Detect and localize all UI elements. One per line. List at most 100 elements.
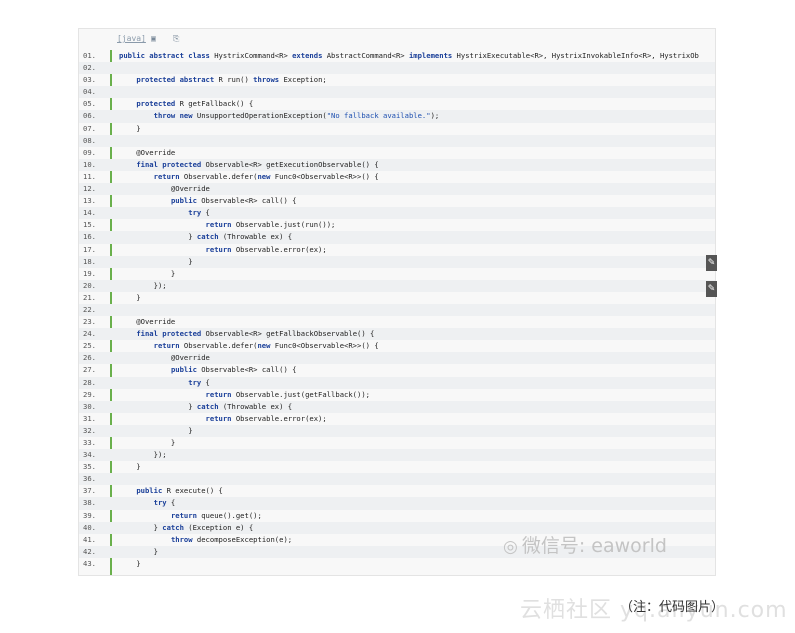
code-line: 18. } (79, 255, 715, 268)
line-text: }); (119, 280, 167, 290)
line-number: 32. (83, 425, 96, 435)
line-number: 19. (83, 268, 96, 278)
figure-caption: （注：代码图片） (620, 600, 725, 615)
edit-icon[interactable]: ✎ (706, 255, 717, 271)
line-number: 09. (83, 147, 96, 157)
line-text: } catch (Throwable ex) { (119, 232, 293, 242)
code-line: 12. @Override (79, 183, 715, 196)
line-text: return Observable.just(run()); (205, 220, 336, 230)
line-text: public Observable<R> call() { (170, 196, 297, 206)
line-text: public R execute() { (136, 486, 223, 496)
line-text: @Override (119, 353, 210, 363)
code-line: 07. } (79, 123, 715, 135)
code-block: [java] ▣ ⎘ 01. public abstract class Hyst… (78, 28, 716, 576)
code-line: 01. public abstract class HystrixCommand<… (79, 50, 715, 62)
code-line: 35. } (79, 461, 715, 473)
line-number: 39. (83, 510, 96, 520)
line-text: public abstract class HystrixCommand<R> … (119, 51, 699, 60)
code-line: 27. public Observable<R> call() { (79, 364, 715, 376)
line-text: final protected Observable<R> getFallbac… (136, 329, 375, 339)
line-number: 20. (83, 280, 96, 290)
line-text: @Override (119, 147, 176, 157)
line-text: } (119, 558, 141, 568)
line-number: 06. (83, 111, 96, 121)
line-text: } catch (Exception e) { (119, 522, 254, 532)
line-number: 33. (83, 438, 96, 447)
line-text: return queue().get(); (170, 510, 262, 520)
line-number: 10. (83, 159, 96, 169)
code-line: 04. (79, 86, 715, 99)
code-line: 33. } (79, 437, 715, 449)
line-number: 17. (83, 244, 96, 254)
line-text: try { (188, 208, 210, 218)
copy-icon[interactable]: ⎘ (173, 34, 179, 44)
code-line: 05. protected R getFallback() { (79, 98, 715, 110)
code-line: 34. }); (79, 449, 715, 462)
wechat-watermark: ◎ 微信号: eaworld (503, 531, 667, 558)
line-text: } (119, 546, 158, 556)
code-toolbar: [java] ▣ ⎘ (79, 29, 715, 50)
line-text: } catch (Throwable ex) { (119, 401, 293, 411)
line-number: 25. (83, 341, 96, 351)
code-line: 32. } (79, 424, 715, 437)
line-number: 18. (83, 256, 96, 266)
line-text: return Observable.error(ex); (205, 413, 327, 423)
code-line: 20. }); (79, 279, 715, 292)
line-number: 24. (83, 329, 96, 339)
line-number: 21. (83, 292, 96, 302)
line-text: @Override (119, 317, 176, 327)
code-line: 39. return queue().get(); (79, 510, 715, 522)
line-number: 14. (83, 208, 96, 218)
line-text: protected R getFallback() { (136, 99, 254, 109)
code-line: 25. return Observable.defer(new Func0<Ob… (79, 340, 715, 352)
wechat-icon: ◎ (503, 537, 518, 557)
code-line: 26. @Override (79, 352, 715, 365)
line-text: try { (188, 377, 210, 387)
code-line: 08. (79, 134, 715, 147)
line-number: 15. (83, 220, 96, 230)
line-text: @Override (119, 184, 210, 194)
line-number: 26. (83, 353, 96, 363)
code-line: 29. return Observable.just(getFallback()… (79, 389, 715, 401)
line-number: 27. (83, 365, 96, 375)
line-number: 42. (83, 546, 96, 556)
line-number: 31. (83, 413, 96, 423)
line-text: public Observable<R> call() { (170, 365, 297, 375)
line-number: 07. (83, 123, 96, 133)
line-number: 36. (83, 474, 96, 484)
line-text: return Observable.just(getFallback()); (205, 389, 370, 399)
code-line: 13. public Observable<R> call() { (79, 195, 715, 207)
line-text: final protected Observable<R> getExecuti… (136, 159, 379, 169)
line-number: 41. (83, 534, 96, 544)
code-line: 02. (79, 62, 715, 75)
line-number: 05. (83, 99, 96, 109)
code-line: 11. return Observable.defer(new Func0<Ob… (79, 171, 715, 183)
code-line: 16. } catch (Throwable ex) { (79, 231, 715, 244)
line-text: throw new UnsupportedOperationException(… (153, 111, 440, 121)
code-line: 15. return Observable.just(run()); (79, 219, 715, 231)
line-text: return Observable.defer(new Func0<Observ… (153, 341, 379, 351)
line-text: } (119, 425, 193, 435)
edit-icon[interactable]: ✎ (706, 281, 717, 297)
code-line: 19. } (79, 268, 715, 280)
view-source-icon[interactable]: ▣ (151, 34, 156, 43)
line-number: 12. (83, 184, 96, 194)
code-line: 03. protected abstract R run() throws Ex… (79, 74, 715, 86)
code-lines: 01. public abstract class HystrixCommand<… (79, 50, 715, 570)
line-text: } (119, 462, 141, 472)
line-number: 03. (83, 75, 96, 85)
code-line: 28. try { (79, 376, 715, 389)
line-text: return Observable.defer(new Func0<Observ… (153, 171, 379, 181)
line-text: try { (153, 498, 176, 508)
line-number: 04. (83, 87, 96, 97)
line-number: 37. (83, 486, 96, 496)
line-text: protected abstract R run() throws Except… (136, 75, 327, 85)
code-line: 10. final protected Observable<R> getExe… (79, 158, 715, 171)
line-number: 02. (83, 63, 96, 73)
code-line: 21. } (79, 292, 715, 304)
line-number: 01. (83, 51, 96, 60)
code-line: 43. } (79, 558, 715, 570)
language-label[interactable]: [java] (117, 34, 146, 43)
code-line: 09. @Override (79, 147, 715, 159)
line-number: 08. (83, 135, 96, 145)
